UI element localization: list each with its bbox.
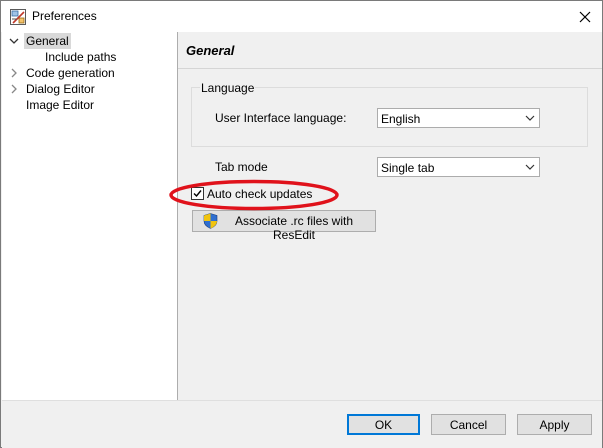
preferences-window: Preferences General Include paths Code g… xyxy=(0,0,603,448)
panel-header: General xyxy=(178,32,602,69)
chevron-down-icon[interactable] xyxy=(9,36,19,46)
settings-panel: General Language User Interface language… xyxy=(178,32,602,400)
dialog-footer: OK Cancel Apply xyxy=(2,400,602,448)
window-title: Preferences xyxy=(32,9,97,23)
close-button[interactable] xyxy=(567,1,602,32)
cancel-button[interactable]: Cancel xyxy=(431,414,506,435)
ok-button-label: OK xyxy=(374,418,393,432)
apply-button-label: Apply xyxy=(539,418,570,432)
tree-label-image-editor: Image Editor xyxy=(26,98,95,112)
close-icon xyxy=(579,11,590,22)
language-group-legend: Language xyxy=(200,81,256,95)
tab-mode-value: Single tab xyxy=(381,161,435,175)
chevron-down-icon xyxy=(525,115,535,121)
tree-label-dialog-editor: Dialog Editor xyxy=(26,82,95,96)
tree-item-code-generation[interactable]: Code generation xyxy=(2,65,177,81)
title-bar[interactable]: Preferences xyxy=(1,1,602,32)
cancel-button-label: Cancel xyxy=(449,418,488,432)
tab-mode-select[interactable]: Single tab xyxy=(377,157,540,177)
tree-label-general: General xyxy=(24,33,71,49)
associate-rc-files-label: Associate .rc files with ResEdit xyxy=(234,214,354,242)
check-icon xyxy=(193,190,202,198)
ui-language-label: User Interface language: xyxy=(215,111,347,125)
apply-button[interactable]: Apply xyxy=(517,414,592,435)
tree-item-include-paths[interactable]: Include paths xyxy=(2,49,177,65)
tab-mode-label: Tab mode xyxy=(215,160,268,174)
tree-item-dialog-editor[interactable]: Dialog Editor xyxy=(2,81,177,97)
auto-check-updates-checkbox[interactable] xyxy=(191,187,204,200)
tree-item-image-editor[interactable]: Image Editor xyxy=(2,97,177,113)
tree-label-include-paths: Include paths xyxy=(45,50,117,64)
tree-item-general[interactable]: General xyxy=(2,33,177,49)
chevron-down-icon xyxy=(525,164,535,170)
app-preferences-icon xyxy=(10,9,26,25)
chevron-right-icon[interactable] xyxy=(9,68,19,78)
associate-rc-files-button[interactable]: Associate .rc files with ResEdit xyxy=(192,210,376,242)
tree-label-code-generation: Code generation xyxy=(26,66,115,80)
chevron-right-icon[interactable] xyxy=(9,84,19,94)
settings-tree[interactable]: General Include paths Code generation Di… xyxy=(2,32,178,400)
ok-button[interactable]: OK xyxy=(347,414,420,435)
panel-title: General xyxy=(186,43,235,58)
ui-language-value: English xyxy=(381,112,421,126)
ui-language-select[interactable]: English xyxy=(377,108,540,128)
auto-check-updates-label[interactable]: Auto check updates xyxy=(207,187,312,201)
